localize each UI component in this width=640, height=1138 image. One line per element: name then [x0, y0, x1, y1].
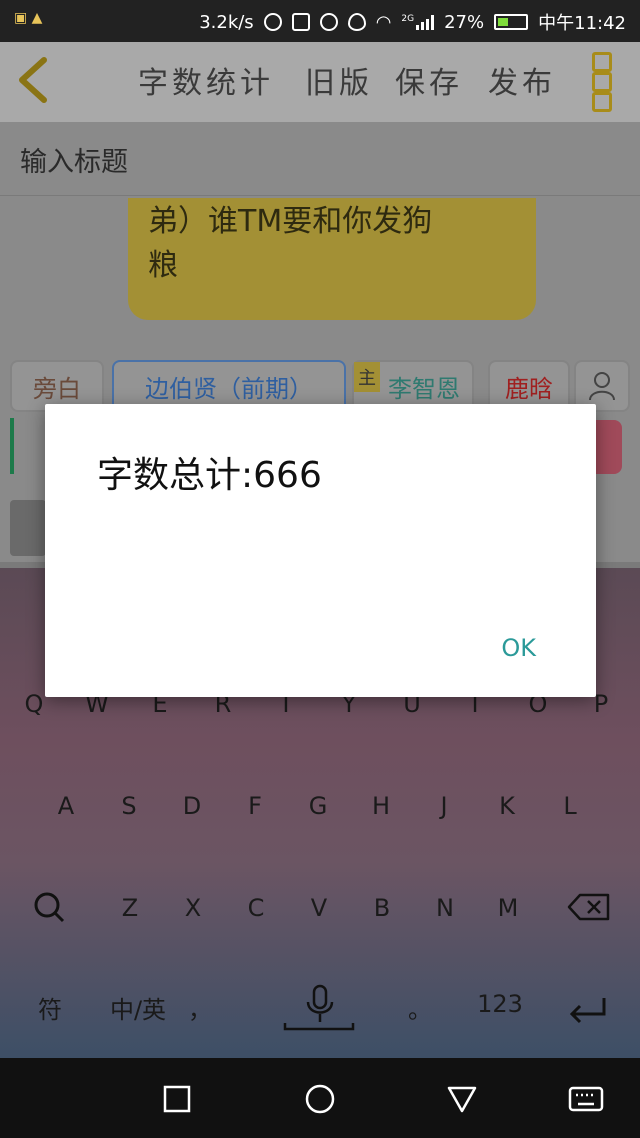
- space-bar[interactable]: [283, 1016, 355, 1035]
- ok-button[interactable]: OK: [501, 634, 536, 662]
- back-arrow-icon[interactable]: [14, 56, 54, 104]
- input-mode-button[interactable]: [10, 500, 46, 556]
- key-language-toggle[interactable]: 中/英: [108, 990, 168, 1025]
- wifi-icon: ◠: [375, 11, 392, 33]
- key-numbers[interactable]: 123: [470, 990, 530, 1018]
- clock: 中午11:42: [538, 13, 626, 34]
- dialog-message: 字数总计:666: [97, 455, 322, 496]
- battery-icon: [494, 14, 529, 30]
- key-l[interactable]: L: [550, 792, 590, 820]
- backspace-icon[interactable]: [566, 892, 612, 926]
- vibrate-icon: [291, 13, 310, 31]
- bubble-line: 弟）谁TM要和你发狗: [148, 204, 433, 239]
- word-count-dialog: 字数总计:666 OK: [45, 404, 596, 697]
- key-d[interactable]: D: [172, 792, 212, 820]
- cursor-indicator: [10, 418, 14, 474]
- publish-button[interactable]: 发布: [488, 58, 556, 102]
- send-button[interactable]: [596, 420, 622, 474]
- role-label: 李智恩: [388, 374, 460, 403]
- back-icon[interactable]: [447, 1084, 477, 1114]
- key-k[interactable]: K: [487, 792, 527, 820]
- network-speed: 3.2k/s: [199, 11, 254, 33]
- key-n[interactable]: N: [425, 894, 465, 922]
- signal-icon: 2G: [401, 14, 435, 30]
- key-a[interactable]: A: [46, 792, 86, 820]
- key-g[interactable]: G: [298, 792, 338, 820]
- notification-icon: ▣ ▲: [14, 10, 43, 26]
- old-version-button[interactable]: 旧版: [305, 58, 373, 102]
- eye-icon: [347, 13, 366, 31]
- key-h[interactable]: H: [361, 792, 401, 820]
- key-symbols[interactable]: 符: [30, 990, 70, 1025]
- recent-apps-icon[interactable]: [162, 1084, 192, 1114]
- word-count-button[interactable]: 字数统计: [138, 58, 274, 102]
- key-x[interactable]: X: [173, 894, 213, 922]
- status-icons: 3.2k/s ◠ 2G 27% 中午11:42: [199, 9, 626, 35]
- key-comma[interactable]: ，: [180, 990, 220, 1025]
- main-tag: 主: [354, 362, 380, 392]
- enter-icon[interactable]: [566, 994, 610, 1028]
- key-j[interactable]: J: [424, 792, 464, 820]
- search-icon[interactable]: [32, 890, 66, 928]
- home-icon[interactable]: [305, 1084, 335, 1114]
- status-bar: ▣ ▲ 3.2k/s ◠ 2G 27% 中午11:42: [0, 0, 640, 42]
- more-menu-icon[interactable]: [592, 52, 616, 112]
- hd-icon: [263, 13, 282, 31]
- battery-percent: 27%: [444, 11, 485, 33]
- bubble-line: 粮: [148, 248, 178, 283]
- key-z[interactable]: Z: [110, 894, 150, 922]
- alarm-icon: [319, 13, 338, 31]
- divider: [0, 195, 640, 196]
- key-period[interactable]: 。: [400, 990, 440, 1025]
- key-b[interactable]: B: [362, 894, 402, 922]
- key-v[interactable]: V: [299, 894, 339, 922]
- key-s[interactable]: S: [109, 792, 149, 820]
- keyboard-toggle-icon[interactable]: [568, 1084, 604, 1114]
- key-m[interactable]: M: [488, 894, 528, 922]
- chat-bubble-text: 弟）谁TM要和你发狗 粮: [148, 200, 508, 288]
- title-input[interactable]: 输入标题: [20, 140, 128, 179]
- key-c[interactable]: C: [236, 894, 276, 922]
- key-f[interactable]: F: [235, 792, 275, 820]
- save-button[interactable]: 保存: [395, 58, 463, 102]
